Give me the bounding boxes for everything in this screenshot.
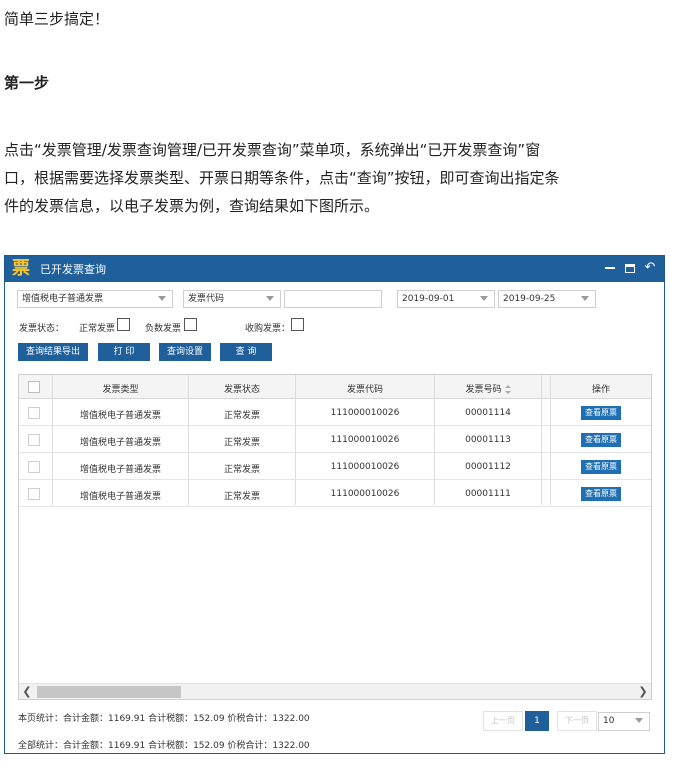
horizontal-scrollbar[interactable]: ❮ ❯ [19, 683, 651, 699]
scroll-thumb[interactable] [37, 686, 181, 698]
row-status: 正常发票 [223, 492, 260, 502]
table-row[interactable]: 增值税电子普通发票 正常发票 111000010026 00001112 查看原… [19, 454, 651, 480]
intro-text: 简单三步搞定！ [4, 10, 110, 28]
prev-page-button[interactable]: 上一页 [483, 711, 523, 731]
all-statistics: 全部统计：合计金额：1169.91 合计税额：152.09 价税合计：1322.… [18, 741, 310, 751]
page-size-select[interactable]: 10 [598, 712, 650, 731]
table-row[interactable]: 增值税电子普通发票 正常发票 111000010026 00001113 查看原… [19, 427, 651, 453]
row-code: 111000010026 [330, 462, 400, 472]
column-header-code[interactable]: 发票代码 [296, 382, 434, 395]
paragraph-line-1: 点击“发票管理/发票查询管理/已开发票查询”菜单项，系统弹出“已开发票查询”窗 [4, 141, 541, 159]
normal-invoice-checkbox[interactable] [117, 318, 130, 331]
view-original-button[interactable]: 查看原票 [581, 487, 621, 501]
query-button[interactable]: 查 询 [220, 343, 272, 361]
row-checkbox[interactable] [28, 407, 40, 419]
scroll-right-icon[interactable]: ❯ [635, 684, 651, 699]
row-code: 111000010026 [330, 489, 400, 499]
invoice-query-window: 票 已开发票查询 ↶ 增值税电子普通发票 发票代码 2019-09-01 201… [4, 255, 665, 754]
next-page-button[interactable]: 下一页 [557, 711, 597, 731]
maximize-button[interactable] [622, 259, 638, 277]
maximize-icon [625, 263, 635, 273]
row-code: 111000010026 [330, 435, 400, 445]
paragraph-line-2: 口，根据需要选择发票类型、开票日期等条件，点击“查询”按钮，即可查询出指定条 [4, 169, 560, 187]
row-type: 增值税电子普通发票 [79, 411, 161, 421]
date-to-value: 2019-09-25 [503, 294, 556, 304]
print-button[interactable]: 打 印 [98, 343, 150, 361]
window-titlebar: 票 已开发票查询 ↶ [5, 256, 664, 282]
column-header-number-label: 发票号码 [465, 385, 502, 395]
date-from-value: 2019-09-01 [402, 294, 455, 304]
results-table: 发票类型 发票状态 发票代码 发票号码 操作 增值税电子普通发票 正常发票 11… [18, 374, 652, 700]
sort-icon[interactable] [504, 385, 511, 394]
row-checkbox[interactable] [28, 488, 40, 500]
chevron-down-icon [266, 296, 274, 301]
negative-invoice-label: 负数发票 [145, 324, 182, 334]
table-row[interactable]: 增值税电子普通发票 正常发票 111000010026 00001114 查看原… [19, 400, 651, 426]
row-type: 增值税电子普通发票 [79, 438, 161, 448]
scroll-left-icon[interactable]: ❮ [19, 684, 35, 699]
view-original-button[interactable]: 查看原票 [581, 460, 621, 474]
back-arrow-icon: ↶ [644, 260, 656, 275]
chevron-down-icon [158, 296, 166, 301]
table-header: 发票类型 发票状态 发票代码 发票号码 操作 [19, 375, 651, 399]
step-heading: 第一步 [4, 74, 50, 92]
negative-invoice-checkbox[interactable] [184, 318, 197, 331]
row-number: 00001112 [465, 462, 511, 472]
chevron-down-icon [581, 296, 589, 301]
column-header-type[interactable]: 发票类型 [53, 382, 188, 395]
date-from-select[interactable]: 2019-09-01 [397, 290, 495, 308]
normal-invoice-label: 正常发票 [79, 324, 116, 334]
row-number: 00001111 [465, 489, 511, 499]
column-header-action: 操作 [591, 385, 610, 395]
select-all-checkbox[interactable] [28, 381, 40, 393]
view-original-button[interactable]: 查看原票 [581, 406, 621, 420]
row-number: 00001113 [465, 435, 511, 445]
row-status: 正常发票 [223, 411, 260, 421]
code-field-value: 发票代码 [188, 294, 225, 304]
window-controls: ↶ [602, 259, 658, 277]
invoice-logo-icon: 票 [12, 258, 30, 279]
current-page-button[interactable]: 1 [525, 711, 549, 731]
table-row[interactable]: 增值税电子普通发票 正常发票 111000010026 00001111 查看原… [19, 481, 651, 507]
row-type: 增值税电子普通发票 [79, 492, 161, 502]
row-type: 增值税电子普通发票 [79, 465, 161, 475]
window-title: 已开发票查询 [40, 263, 106, 276]
purchase-invoice-label: 收购发票： [245, 324, 291, 334]
minimize-icon [605, 267, 615, 269]
row-checkbox[interactable] [28, 461, 40, 473]
column-header-status[interactable]: 发票状态 [189, 382, 295, 395]
purchase-invoice-checkbox[interactable] [291, 318, 304, 331]
view-original-button[interactable]: 查看原票 [581, 433, 621, 447]
chevron-down-icon [480, 296, 488, 301]
page-size-value: 10 [603, 716, 615, 726]
date-to-select[interactable]: 2019-09-25 [498, 290, 596, 308]
export-results-button[interactable]: 查询结果导出 [18, 343, 88, 361]
chevron-down-icon [635, 718, 643, 723]
row-checkbox[interactable] [28, 434, 40, 446]
code-field-select[interactable]: 发票代码 [183, 290, 281, 308]
minimize-button[interactable] [602, 259, 618, 277]
status-label: 发票状态： [19, 324, 65, 334]
row-number: 00001114 [465, 408, 511, 418]
paragraph-line-3: 件的发票信息，以电子发票为例，查询结果如下图所示。 [4, 197, 380, 215]
column-header-number[interactable]: 发票号码 [435, 382, 541, 395]
invoice-type-select[interactable]: 增值税电子普通发票 [17, 290, 173, 308]
page-statistics: 本页统计：合计金额：1169.91 合计税额：152.09 价税合计：1322.… [18, 714, 310, 724]
row-status: 正常发票 [223, 465, 260, 475]
invoice-type-value: 增值税电子普通发票 [22, 294, 104, 304]
code-search-input[interactable] [284, 290, 382, 308]
row-code: 111000010026 [330, 408, 400, 418]
row-status: 正常发票 [223, 438, 260, 448]
query-settings-button[interactable]: 查询设置 [159, 343, 211, 361]
back-button[interactable]: ↶ [642, 259, 658, 277]
